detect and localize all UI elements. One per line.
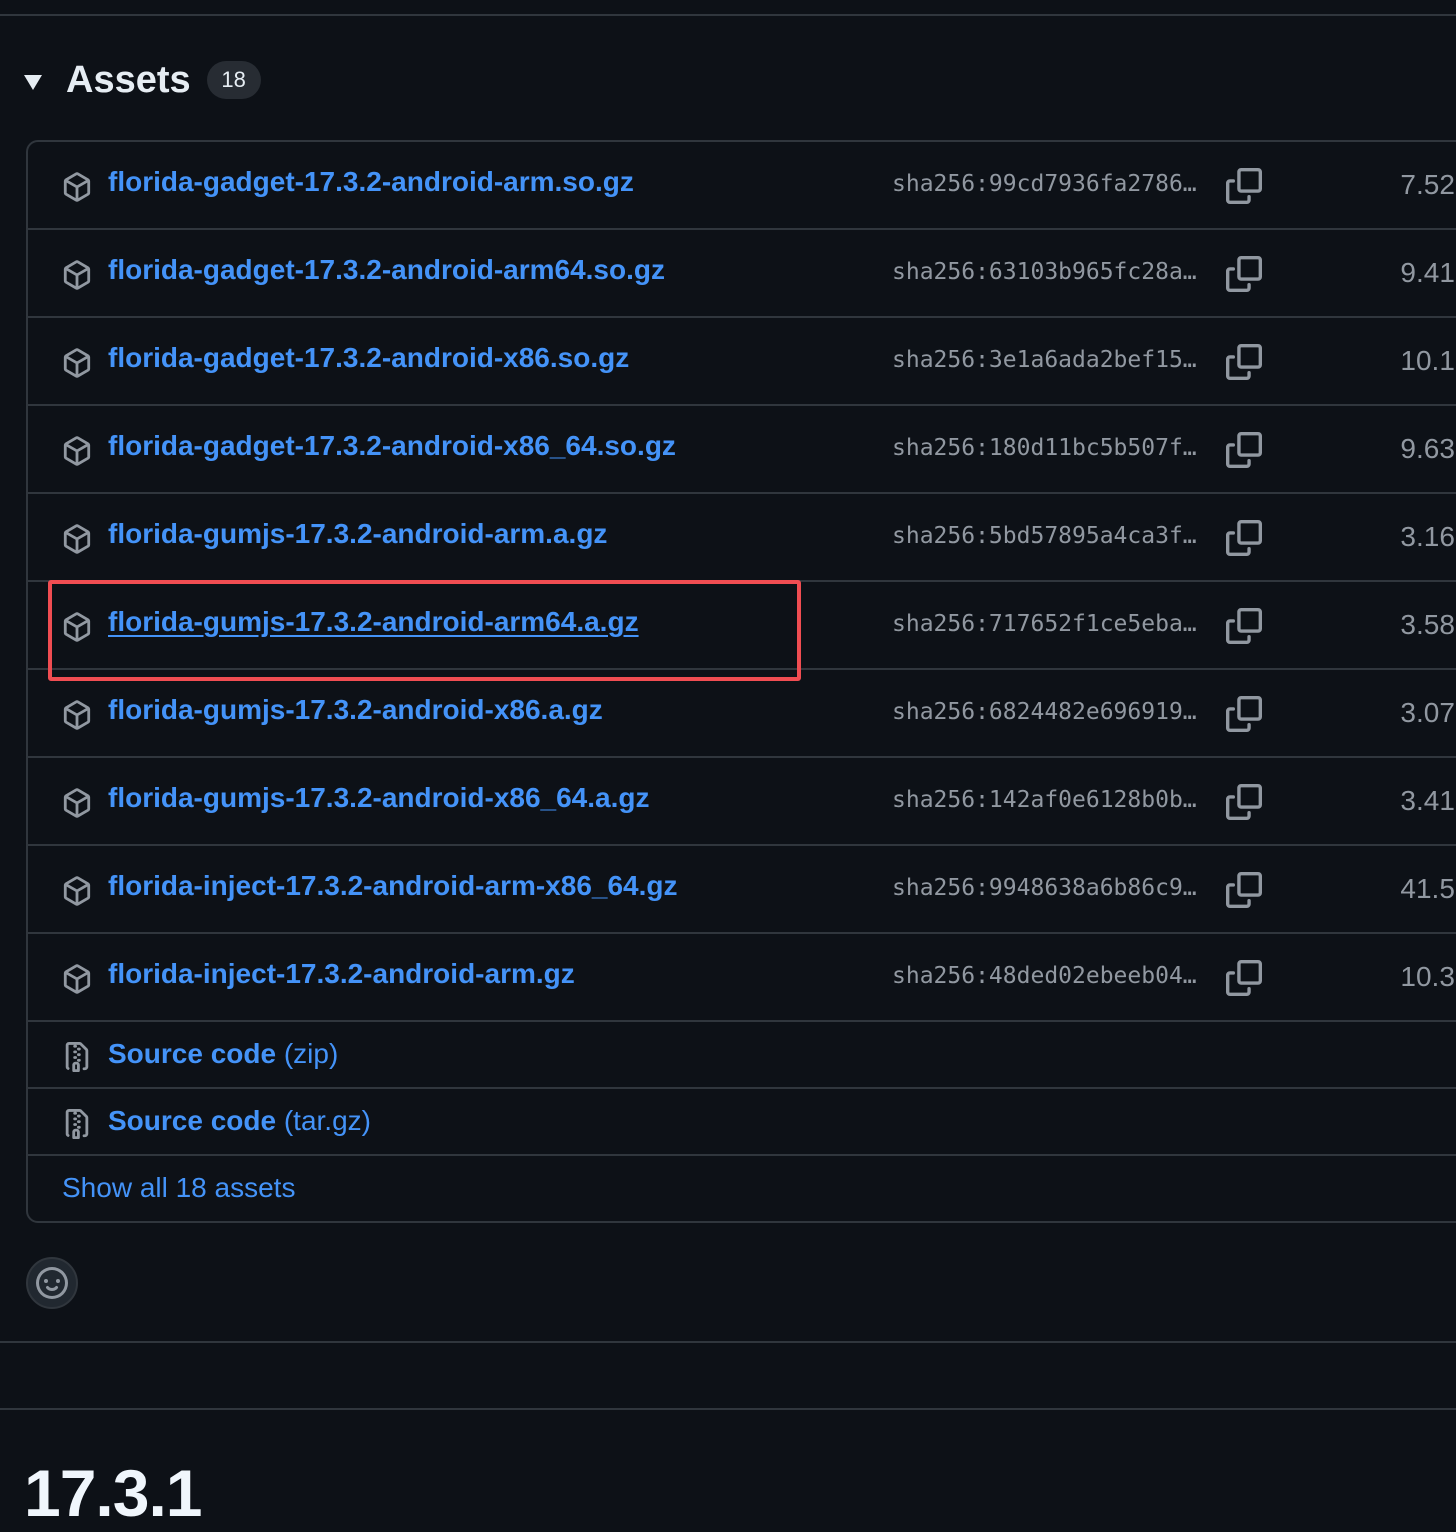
triangle-down-icon[interactable] [24, 74, 42, 90]
copy-icon[interactable] [1226, 696, 1262, 732]
package-icon [63, 700, 91, 730]
asset-size: 3.58 M [1400, 609, 1456, 640]
source-code-format: (tar.gz) [283, 1105, 371, 1136]
asset-download-link[interactable]: florida-gumjs-17.3.2-android-arm64.a.gz [108, 606, 639, 638]
copy-icon[interactable] [1226, 520, 1262, 556]
source-code-label: Source code [108, 1105, 277, 1136]
asset-row: florida-gumjs-17.3.2-android-arm64.a.gz … [28, 582, 1456, 670]
asset-sha256: sha256:48ded02ebeeb04… [892, 963, 1197, 989]
assets-count-badge: 18 [206, 61, 261, 99]
asset-sha256: sha256:9948638a6b86c9… [892, 875, 1197, 901]
asset-size: 10.3 M [1400, 961, 1456, 992]
divider [0, 1408, 1456, 1410]
asset-sha256: sha256:6824482e696919… [892, 699, 1197, 725]
asset-row: florida-gadget-17.3.2-android-arm64.so.g… [28, 230, 1456, 318]
release-version-title: 17.3.1 [24, 1456, 202, 1530]
asset-row: florida-gadget-17.3.2-android-x86_64.so.… [28, 406, 1456, 494]
package-icon [63, 348, 91, 378]
asset-size: 7.52 M [1400, 169, 1456, 200]
smiley-icon [36, 1267, 68, 1299]
asset-download-link[interactable]: florida-gumjs-17.3.2-android-x86.a.gz [108, 694, 603, 726]
asset-size: 41.5 M [1400, 873, 1456, 904]
source-code-zip-link[interactable]: Source code (zip) [108, 1038, 338, 1070]
asset-row: florida-gadget-17.3.2-android-x86.so.gz … [28, 318, 1456, 406]
copy-icon[interactable] [1226, 344, 1262, 380]
asset-size: 3.07 M [1400, 697, 1456, 728]
asset-size: 10.1 M [1400, 345, 1456, 376]
asset-download-link[interactable]: florida-gumjs-17.3.2-android-x86_64.a.gz [108, 782, 650, 814]
source-code-targz-link[interactable]: Source code (tar.gz) [108, 1105, 371, 1137]
asset-download-link[interactable]: florida-gadget-17.3.2-android-x86.so.gz [108, 342, 629, 374]
file-zip-icon [65, 1109, 89, 1139]
copy-icon[interactable] [1226, 784, 1262, 820]
file-zip-icon [65, 1042, 89, 1072]
package-icon [63, 524, 91, 554]
asset-size: 3.16 M [1400, 521, 1456, 552]
source-code-row: Source code (zip) [28, 1022, 1456, 1089]
asset-download-link[interactable]: florida-gumjs-17.3.2-android-arm.a.gz [108, 518, 607, 550]
asset-sha256: sha256:3e1a6ada2bef15… [892, 347, 1197, 373]
asset-sha256: sha256:142af0e6128b0b… [892, 787, 1197, 813]
asset-download-link[interactable]: florida-gadget-17.3.2-android-arm.so.gz [108, 166, 634, 198]
package-icon [63, 172, 91, 202]
asset-download-link[interactable]: florida-inject-17.3.2-android-arm.gz [108, 958, 575, 990]
asset-sha256: sha256:5bd57895a4ca3f… [892, 523, 1197, 549]
asset-sha256: sha256:180d11bc5b507f… [892, 435, 1197, 461]
asset-row: florida-gadget-17.3.2-android-arm.so.gz … [28, 142, 1456, 230]
assets-header[interactable]: Assets 18 [24, 55, 261, 105]
divider [0, 1341, 1456, 1343]
assets-title: Assets [66, 58, 191, 101]
asset-download-link[interactable]: florida-gadget-17.3.2-android-x86_64.so.… [108, 430, 676, 462]
add-reaction-button[interactable] [26, 1257, 78, 1309]
asset-row: florida-inject-17.3.2-android-arm.gz sha… [28, 934, 1456, 1022]
divider [0, 14, 1456, 16]
package-icon [63, 788, 91, 818]
copy-icon[interactable] [1226, 432, 1262, 468]
asset-size: 9.63 M [1400, 433, 1456, 464]
copy-icon[interactable] [1226, 256, 1262, 292]
asset-sha256: sha256:717652f1ce5eba… [892, 611, 1197, 637]
package-icon [63, 260, 91, 290]
show-all-assets-link[interactable]: Show all 18 assets [62, 1172, 295, 1204]
package-icon [63, 436, 91, 466]
copy-icon[interactable] [1226, 608, 1262, 644]
asset-row: florida-gumjs-17.3.2-android-x86.a.gz sh… [28, 670, 1456, 758]
asset-download-link[interactable]: florida-gadget-17.3.2-android-arm64.so.g… [108, 254, 665, 286]
asset-sha256: sha256:63103b965fc28a… [892, 259, 1197, 285]
package-icon [63, 876, 91, 906]
asset-size: 9.41 M [1400, 257, 1456, 288]
source-code-label: Source code [108, 1038, 277, 1069]
asset-row: florida-inject-17.3.2-android-arm-x86_64… [28, 846, 1456, 934]
asset-sha256: sha256:99cd7936fa2786… [892, 171, 1197, 197]
asset-size: 3.41 M [1400, 785, 1456, 816]
release-page: Assets 18 florida-gadget-17.3.2-android-… [0, 0, 1456, 1532]
package-icon [63, 612, 91, 642]
copy-icon[interactable] [1226, 168, 1262, 204]
assets-list: florida-gadget-17.3.2-android-arm.so.gz … [26, 140, 1456, 1223]
package-icon [63, 964, 91, 994]
asset-download-link[interactable]: florida-inject-17.3.2-android-arm-x86_64… [108, 870, 678, 902]
copy-icon[interactable] [1226, 960, 1262, 996]
asset-row: florida-gumjs-17.3.2-android-x86_64.a.gz… [28, 758, 1456, 846]
source-code-format: (zip) [283, 1038, 339, 1069]
asset-row: florida-gumjs-17.3.2-android-arm.a.gz sh… [28, 494, 1456, 582]
source-code-row: Source code (tar.gz) [28, 1089, 1456, 1156]
copy-icon[interactable] [1226, 872, 1262, 908]
show-all-row: Show all 18 assets [28, 1156, 1456, 1221]
